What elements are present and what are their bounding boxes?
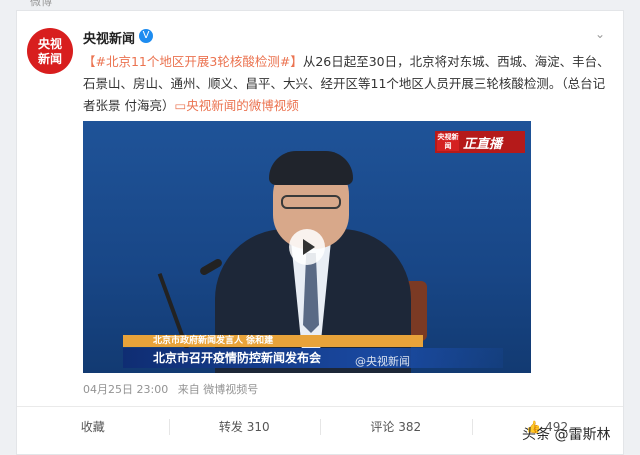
live-logo-icon: 央视新闻 (437, 133, 459, 151)
favorite-button[interactable]: 收藏 (17, 407, 169, 447)
comment-button[interactable]: 评论 382 (320, 407, 472, 447)
top-strip: 微博 (0, 0, 640, 8)
avatar[interactable]: 央视 新闻 (27, 28, 73, 74)
post-meta: 04月25日 23:00 来自 微博视频号 (83, 381, 258, 397)
video-player[interactable]: 央视新闻 正直播 北京市政府新闻发言人 徐和建 北京市召开疫情防控新闻发布会 @… (83, 121, 531, 373)
video-watermark: @央视新闻 (355, 355, 410, 368)
live-badge: 央视新闻 正直播 (435, 131, 525, 153)
video-link-label: 央视新闻的微博视频 (186, 98, 299, 113)
source-badge: 头条 @雷斯林 (522, 427, 611, 443)
account-name[interactable]: 央视新闻 (83, 28, 135, 47)
chevron-down-icon[interactable]: ⌄ (595, 27, 605, 41)
verified-icon: V (139, 29, 153, 43)
live-label: 正直播 (463, 137, 503, 152)
play-icon[interactable] (289, 229, 325, 265)
post-timestamp[interactable]: 04月25日 23:00 (83, 383, 168, 396)
hashtag-link[interactable]: 【#北京11个地区开展3轮核酸检测#】 (83, 54, 303, 69)
speaker-hair (269, 151, 353, 185)
lower-third: 北京市政府新闻发言人 徐和建 北京市召开疫情防控新闻发布会 (123, 335, 503, 368)
video-link[interactable]: ▭央视新闻的微博视频 (174, 98, 298, 113)
video-headline: 北京市召开疫情防控新闻发布会 (123, 348, 503, 368)
video-link-icon: ▭ (174, 98, 187, 113)
speaker-glasses (281, 195, 341, 209)
weibo-post-card: 央视 新闻 央视新闻 V ⌄ 【#北京11个地区开展3轮核酸检测#】从26日起至… (16, 10, 624, 455)
repost-button[interactable]: 转发 310 (168, 407, 321, 447)
post-source[interactable]: 来自 微博视频号 (178, 383, 259, 396)
speaker-caption: 北京市政府新闻发言人 徐和建 (123, 335, 423, 347)
top-strip-text: 微博 (30, 0, 52, 8)
avatar-line2: 新闻 (37, 52, 62, 66)
post-text: 【#北京11个地区开展3轮核酸检测#】从26日起至30日，北京将对东城、西城、海… (83, 51, 613, 117)
avatar-line1: 央视 (37, 37, 62, 51)
